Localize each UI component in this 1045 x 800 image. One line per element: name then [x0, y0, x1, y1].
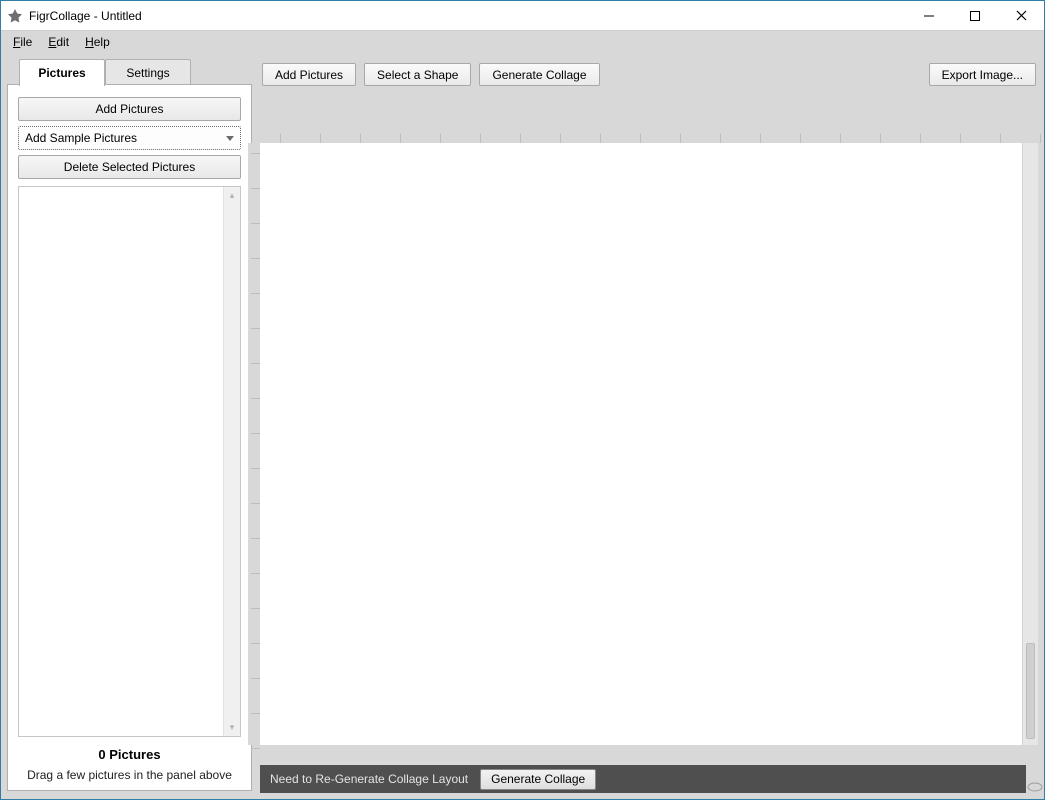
ruler-horizontal — [260, 131, 1022, 143]
zoom-slider-handle[interactable] — [1026, 781, 1044, 793]
menu-help[interactable]: Help — [79, 33, 116, 51]
picture-hint-label: Drag a few pictures in the panel above — [18, 768, 241, 782]
tab-settings[interactable]: Settings — [105, 59, 191, 85]
menu-file-rest: ile — [20, 35, 32, 49]
app-icon — [7, 8, 23, 24]
ruler-vertical — [248, 143, 260, 745]
sidebar-footer: 0 Pictures Drag a few pictures in the pa… — [18, 737, 241, 782]
delete-selected-pictures-button[interactable]: Delete Selected Pictures — [18, 155, 241, 179]
status-generate-collage-button[interactable]: Generate Collage — [480, 769, 596, 790]
picture-list-panel[interactable]: ▴ ▾ — [18, 186, 241, 737]
menu-edit-rest: dit — [56, 35, 69, 49]
menu-edit[interactable]: Edit — [42, 33, 75, 51]
toolbar-generate-collage-button[interactable]: Generate Collage — [479, 63, 599, 86]
picture-list-scrollbar[interactable]: ▴ ▾ — [223, 187, 240, 736]
canvas-wrap — [260, 143, 1038, 793]
sidebar: Pictures Settings Add Pictures Add Sampl… — [1, 53, 258, 799]
add-sample-pictures-label: Add Sample Pictures — [25, 131, 137, 145]
app-body: Pictures Settings Add Pictures Add Sampl… — [1, 53, 1044, 799]
main-toolbar: Add Pictures Select a Shape Generate Col… — [260, 59, 1038, 93]
chevron-down-icon — [226, 131, 234, 145]
menubar: File Edit Help — [1, 31, 1044, 53]
menu-help-rest: elp — [94, 35, 110, 49]
toolbar-select-shape-button[interactable]: Select a Shape — [364, 63, 471, 86]
tab-pictures[interactable]: Pictures — [19, 59, 105, 86]
toolbar-export-image-button[interactable]: Export Image... — [929, 63, 1036, 86]
app-window: FigrCollage - Untitled File Edit Help Pi… — [0, 0, 1045, 800]
picture-count-label: 0 Pictures — [18, 747, 241, 762]
status-message: Need to Re-Generate Collage Layout — [270, 772, 468, 786]
window-controls — [906, 1, 1044, 30]
canvas-vertical-scrollbar[interactable] — [1022, 143, 1038, 745]
add-pictures-button[interactable]: Add Pictures — [18, 97, 241, 121]
menu-file[interactable]: File — [7, 33, 38, 51]
add-sample-pictures-dropdown[interactable]: Add Sample Pictures — [18, 126, 241, 150]
toolbar-add-pictures-button[interactable]: Add Pictures — [262, 63, 356, 86]
scroll-up-icon[interactable]: ▴ — [224, 187, 240, 204]
sidebar-tabs: Pictures Settings — [19, 59, 252, 85]
canvas[interactable] — [260, 143, 1022, 745]
scroll-down-icon[interactable]: ▾ — [224, 719, 240, 736]
window-title: FigrCollage - Untitled — [29, 9, 906, 23]
maximize-button[interactable] — [952, 1, 998, 30]
status-bar: Need to Re-Generate Collage Layout Gener… — [260, 765, 1026, 793]
titlebar: FigrCollage - Untitled — [1, 1, 1044, 31]
tab-panel-pictures: Add Pictures Add Sample Pictures Delete … — [7, 84, 252, 791]
main-area: Add Pictures Select a Shape Generate Col… — [258, 53, 1044, 799]
close-button[interactable] — [998, 1, 1044, 30]
minimize-button[interactable] — [906, 1, 952, 30]
